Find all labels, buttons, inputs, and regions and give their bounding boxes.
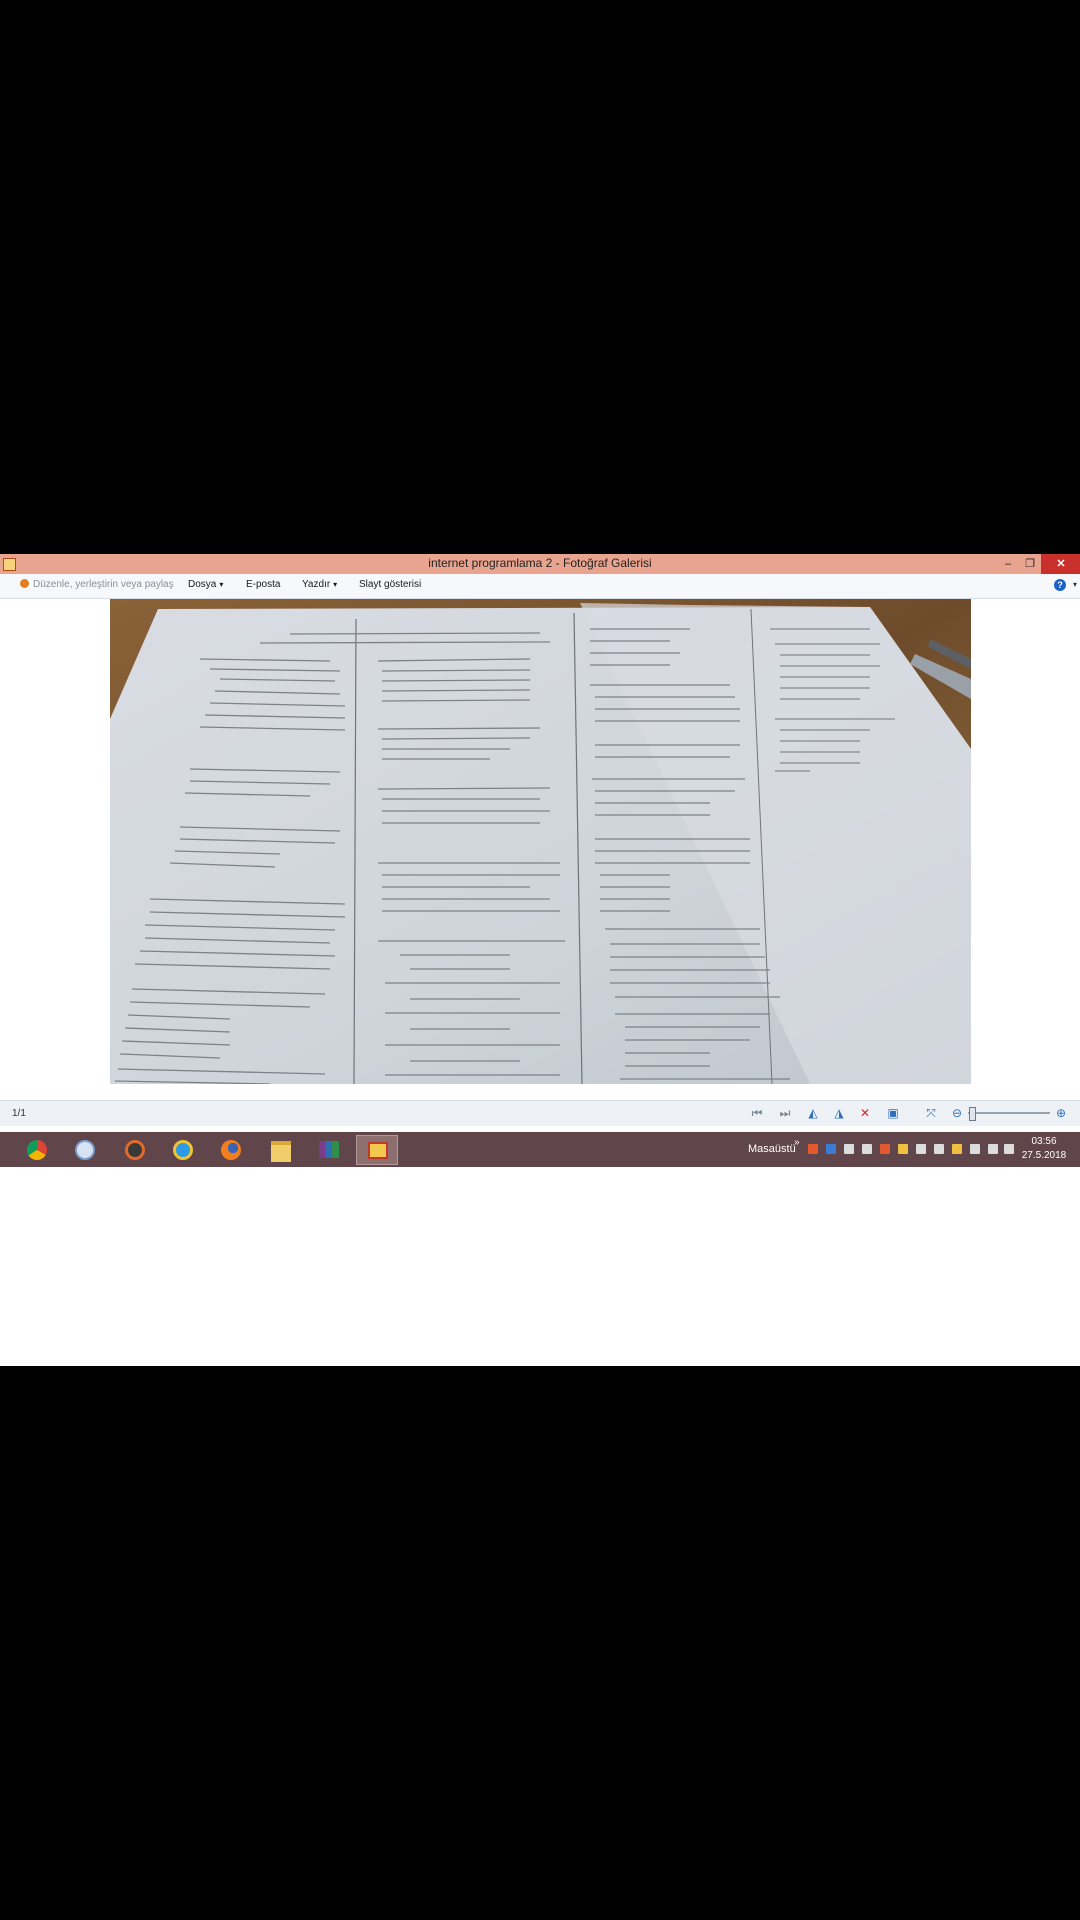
battery-icon[interactable] bbox=[988, 1144, 998, 1154]
zoom-slider-thumb[interactable] bbox=[969, 1107, 976, 1121]
delete-icon[interactable]: ✕ bbox=[858, 1106, 872, 1120]
folder-icon bbox=[271, 1141, 291, 1162]
chevron-down-icon[interactable]: ▾ bbox=[1073, 580, 1077, 589]
previous-image-icon[interactable]: ⏭ bbox=[778, 1106, 792, 1120]
taskbar-paint[interactable] bbox=[64, 1135, 106, 1165]
taskbar-media-player[interactable] bbox=[114, 1135, 156, 1165]
organize-icon bbox=[20, 579, 29, 588]
email-button[interactable]: E-posta bbox=[246, 579, 280, 590]
action-center-flag-icon[interactable] bbox=[934, 1144, 944, 1154]
tray-device-icon[interactable] bbox=[844, 1144, 854, 1154]
rotate-right-icon[interactable]: ◮ bbox=[832, 1106, 846, 1120]
command-bar: Düzenle, yerleştirin veya paylaş Dosya ▾ … bbox=[0, 574, 1080, 599]
exam-paper-photo-illustration bbox=[110, 599, 971, 1084]
page-count: 1/1 bbox=[12, 1108, 26, 1119]
fit-to-window-icon[interactable]: ⤧ bbox=[924, 1106, 938, 1120]
media-player-icon bbox=[125, 1140, 145, 1160]
chevron-down-icon: ▾ bbox=[219, 580, 224, 589]
maximize-button[interactable]: ❐ bbox=[1019, 554, 1041, 574]
print-menu-label: Yazdır bbox=[302, 579, 331, 590]
slideshow-icon[interactable]: ▣ bbox=[886, 1106, 900, 1120]
help-icon[interactable]: ? bbox=[1054, 579, 1066, 591]
chrome-icon bbox=[27, 1140, 47, 1160]
image-viewer bbox=[0, 599, 1080, 1142]
paint-icon bbox=[75, 1140, 95, 1160]
tray-monitor-icon[interactable] bbox=[862, 1144, 872, 1154]
clock-time[interactable]: 03:56 bbox=[1024, 1136, 1064, 1147]
file-menu[interactable]: Dosya ▾ bbox=[188, 579, 223, 590]
taskbar-photo-gallery[interactable] bbox=[356, 1135, 398, 1165]
taskbar-chrome[interactable] bbox=[16, 1135, 58, 1165]
internet-explorer-icon bbox=[173, 1140, 193, 1160]
taskbar-internet-explorer[interactable] bbox=[162, 1135, 204, 1165]
organize-button[interactable]: Düzenle, yerleştirin veya paylaş bbox=[20, 579, 174, 590]
tray-expand-icon[interactable]: » bbox=[794, 1137, 800, 1148]
slideshow-button[interactable]: Slayt gösterisi bbox=[359, 579, 421, 590]
title-bar[interactable]: internet programlama 2 - Fotoğraf Galeri… bbox=[0, 554, 1080, 574]
clock-date[interactable]: 27.5.2018 bbox=[1020, 1150, 1068, 1161]
print-menu[interactable]: Yazdır ▾ bbox=[302, 579, 337, 590]
rotate-left-icon[interactable]: ◭ bbox=[806, 1106, 820, 1120]
taskbar-firefox[interactable] bbox=[210, 1135, 252, 1165]
tray-antivirus-icon[interactable] bbox=[880, 1144, 890, 1154]
zoom-in-icon[interactable]: ⊕ bbox=[1054, 1106, 1068, 1120]
chevron-down-icon: ▾ bbox=[333, 580, 338, 589]
file-menu-label: Dosya bbox=[188, 579, 217, 590]
minimize-button[interactable]: – bbox=[997, 554, 1019, 574]
firefox-icon bbox=[221, 1140, 241, 1160]
winrar-icon bbox=[319, 1141, 339, 1158]
network-signal-icon[interactable] bbox=[970, 1144, 980, 1154]
photo-gallery-window: internet programlama 2 - Fotoğraf Galeri… bbox=[0, 554, 1080, 1366]
blank-area bbox=[0, 1167, 1080, 1366]
tray-display-icon[interactable] bbox=[916, 1144, 926, 1154]
tray-folder-icon[interactable] bbox=[898, 1144, 908, 1154]
photo-gallery-icon bbox=[368, 1142, 388, 1159]
zoom-slider-track[interactable] bbox=[968, 1112, 1050, 1114]
status-bar: 1/1 ⏮ ⏭ ◭ ◮ ✕ ▣ ⤧ ⊖ ⊕ bbox=[0, 1100, 1080, 1126]
window-title: internet programlama 2 - Fotoğraf Galeri… bbox=[428, 556, 652, 570]
first-image-icon[interactable]: ⏮ bbox=[750, 1106, 764, 1120]
desktop-toolbar-label[interactable]: Masaüstü bbox=[748, 1143, 796, 1155]
tray-power-manager-icon[interactable] bbox=[952, 1144, 962, 1154]
bluetooth-icon[interactable] bbox=[826, 1144, 836, 1154]
photo-of-exam-paper bbox=[110, 599, 971, 1084]
windows-taskbar: Masaüstü » 03:56 27.5.2018 bbox=[0, 1132, 1080, 1167]
taskbar-winrar[interactable] bbox=[308, 1135, 350, 1165]
zoom-out-icon[interactable]: ⊖ bbox=[950, 1106, 964, 1120]
volume-icon[interactable] bbox=[1004, 1144, 1014, 1154]
close-button[interactable]: ✕ bbox=[1041, 554, 1080, 574]
organize-label: Düzenle, yerleştirin veya paylaş bbox=[33, 579, 174, 590]
tray-app-icon[interactable] bbox=[808, 1144, 818, 1154]
taskbar-file-explorer[interactable] bbox=[260, 1135, 302, 1165]
